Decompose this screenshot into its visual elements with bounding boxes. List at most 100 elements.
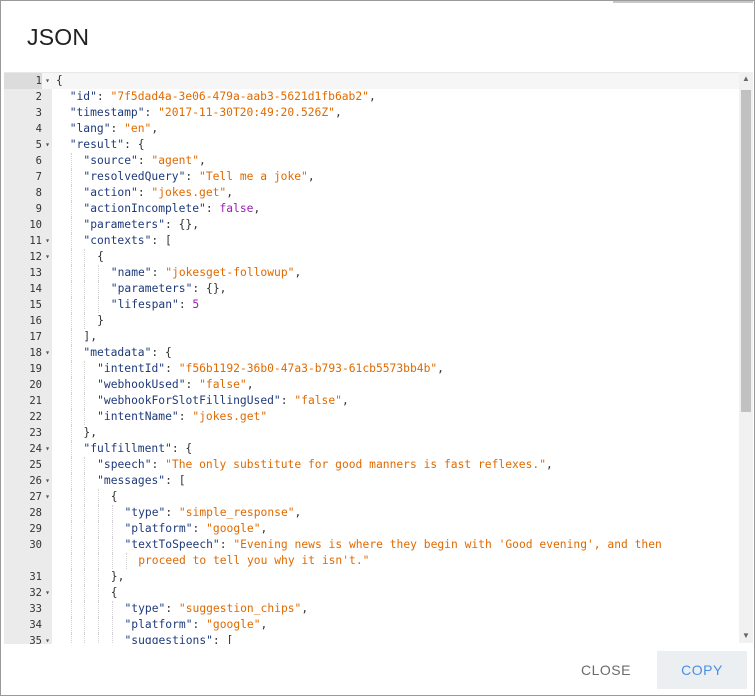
code-token: "name" (110, 266, 152, 279)
code-line: 33 "type": "suggestion_chips", (4, 601, 740, 617)
code-text: "messages": [ (97, 473, 185, 489)
chevron-down-icon[interactable]: ▾ (43, 473, 52, 489)
code-text: "platform": "google", (125, 521, 268, 537)
indent-guide (70, 297, 72, 313)
code-token: : (280, 394, 295, 407)
indent-guide (70, 281, 72, 297)
line-number: 10 (29, 219, 42, 231)
indent-guide (111, 601, 113, 617)
chevron-down-icon[interactable]: ▾ (43, 633, 52, 644)
dialog-actions: CLOSE COPY (1, 646, 754, 695)
indent-guide (70, 249, 72, 265)
line-number: 34 (29, 619, 42, 631)
chevron-down-icon[interactable]: ▾ (43, 585, 52, 601)
code-token: "google" (206, 618, 261, 631)
code-line: 11 ▾ "contexts": [ (4, 233, 740, 249)
line-number: 31 (29, 571, 42, 583)
line-number: 32 (29, 587, 42, 599)
code-line: proceed to tell you why it isn't." (4, 553, 740, 569)
chevron-down-icon[interactable]: ▾ (43, 249, 52, 265)
code-text: "type": "suggestion_chips", (125, 601, 309, 617)
line-number: 5 (35, 139, 42, 151)
scrollbar-thumb[interactable] (741, 90, 751, 412)
indent-guide (84, 297, 86, 313)
code-line: 26 ▾ "messages": [ (4, 473, 740, 489)
code-text: }, (111, 569, 125, 585)
indent-guide (70, 233, 72, 249)
code-token: "type" (124, 602, 166, 615)
code-text: "lang": "en", (70, 121, 158, 137)
code-token: proceed to tell you why it isn't." (138, 554, 370, 567)
indent-guide (70, 377, 72, 393)
chevron-down-icon[interactable]: ▾ (43, 137, 52, 153)
line-number: 24 (29, 443, 42, 455)
code-token: false (219, 202, 254, 215)
code-token: "Tell me a joke" (199, 170, 308, 183)
indent-guide (70, 169, 72, 185)
line-number: 2 (35, 91, 42, 103)
arrow-down-icon[interactable]: ▼ (741, 631, 751, 641)
code-line: 2 "id": "7f5dad4a-3e06-479a-aab3-5621d1fb… (4, 89, 740, 105)
code-token: , (294, 266, 302, 279)
code-token: : { (124, 138, 145, 151)
code-line: 30 "textToSpeech": "Evening news is where… (4, 537, 740, 553)
chevron-down-icon[interactable]: ▾ (43, 345, 52, 361)
line-number: 26 (29, 475, 42, 487)
indent-guide (98, 505, 100, 521)
code-line: 28 "type": "simple_response", (4, 505, 740, 521)
code-text: "parameters": {}, (83, 217, 199, 233)
code-token: "actionIncomplete" (83, 202, 206, 215)
line-number: 22 (29, 411, 42, 423)
code-line: 27 ▾ { (4, 489, 740, 505)
indent-guide (84, 633, 86, 644)
chevron-down-icon[interactable]: ▾ (43, 441, 52, 457)
indent-guide (84, 585, 86, 601)
editor-scrollbar[interactable]: ▲ ▼ (739, 72, 753, 643)
code-text: "metadata": { (83, 345, 171, 361)
line-number: 30 (29, 539, 42, 551)
code-token: : [ (151, 234, 172, 247)
close-button[interactable]: CLOSE (561, 651, 651, 689)
code-token: { (110, 490, 118, 503)
code-token: : (178, 410, 193, 423)
code-token: "false" (199, 378, 247, 391)
code-token: , (334, 106, 342, 119)
code-text: "contexts": [ (83, 233, 171, 249)
indent-guide (70, 329, 72, 345)
chevron-down-icon[interactable]: ▾ (43, 73, 52, 89)
code-token: } (97, 314, 104, 327)
code-line: 8 "action": "jokes.get", (4, 185, 740, 201)
indent-guide (98, 553, 100, 569)
indent-guide (84, 313, 86, 329)
dialog-title: JSON (27, 24, 90, 50)
code-token: "jokes.get" (151, 186, 227, 199)
code-token: "jokes.get" (192, 410, 268, 423)
code-text: "webhookUsed": "false", (97, 377, 253, 393)
copy-button[interactable]: COPY (657, 651, 747, 689)
code-line: 19 "intentId": "f56b1192-36b0-47a3-b793-6… (4, 361, 740, 377)
json-code-editor[interactable]: 1 ▾{2 "id": "7f5dad4a-3e06-479a-aab3-5621d… (4, 72, 753, 644)
code-token: "metadata" (83, 346, 152, 359)
code-text: "source": "agent", (83, 153, 205, 169)
chevron-down-icon[interactable]: ▾ (43, 489, 52, 505)
code-token: "id" (69, 90, 97, 103)
indent-guide (111, 633, 113, 644)
chevron-down-icon[interactable]: ▾ (43, 233, 52, 249)
code-line: 3 "timestamp": "2017-11-30T20:49:20.526Z"… (4, 105, 740, 121)
code-text: proceed to tell you why it isn't." (138, 553, 369, 569)
code-line: 9 "actionIncomplete": false, (4, 201, 740, 217)
code-token: , (437, 362, 444, 375)
indent-guide (111, 505, 113, 521)
indent-guide (84, 521, 86, 537)
code-line: 18 ▾ "metadata": { (4, 345, 740, 361)
indent-guide (84, 281, 86, 297)
code-token: { (110, 586, 118, 599)
line-number: 33 (29, 603, 42, 615)
code-token: "source" (83, 154, 138, 167)
indent-guide (84, 553, 86, 569)
indent-guide (70, 217, 72, 233)
code-token: "parameters" (83, 218, 166, 231)
code-line: 13 "name": "jokesget-followup", (4, 265, 740, 281)
arrow-up-icon[interactable]: ▲ (741, 74, 751, 84)
line-number: 27 (29, 491, 42, 503)
